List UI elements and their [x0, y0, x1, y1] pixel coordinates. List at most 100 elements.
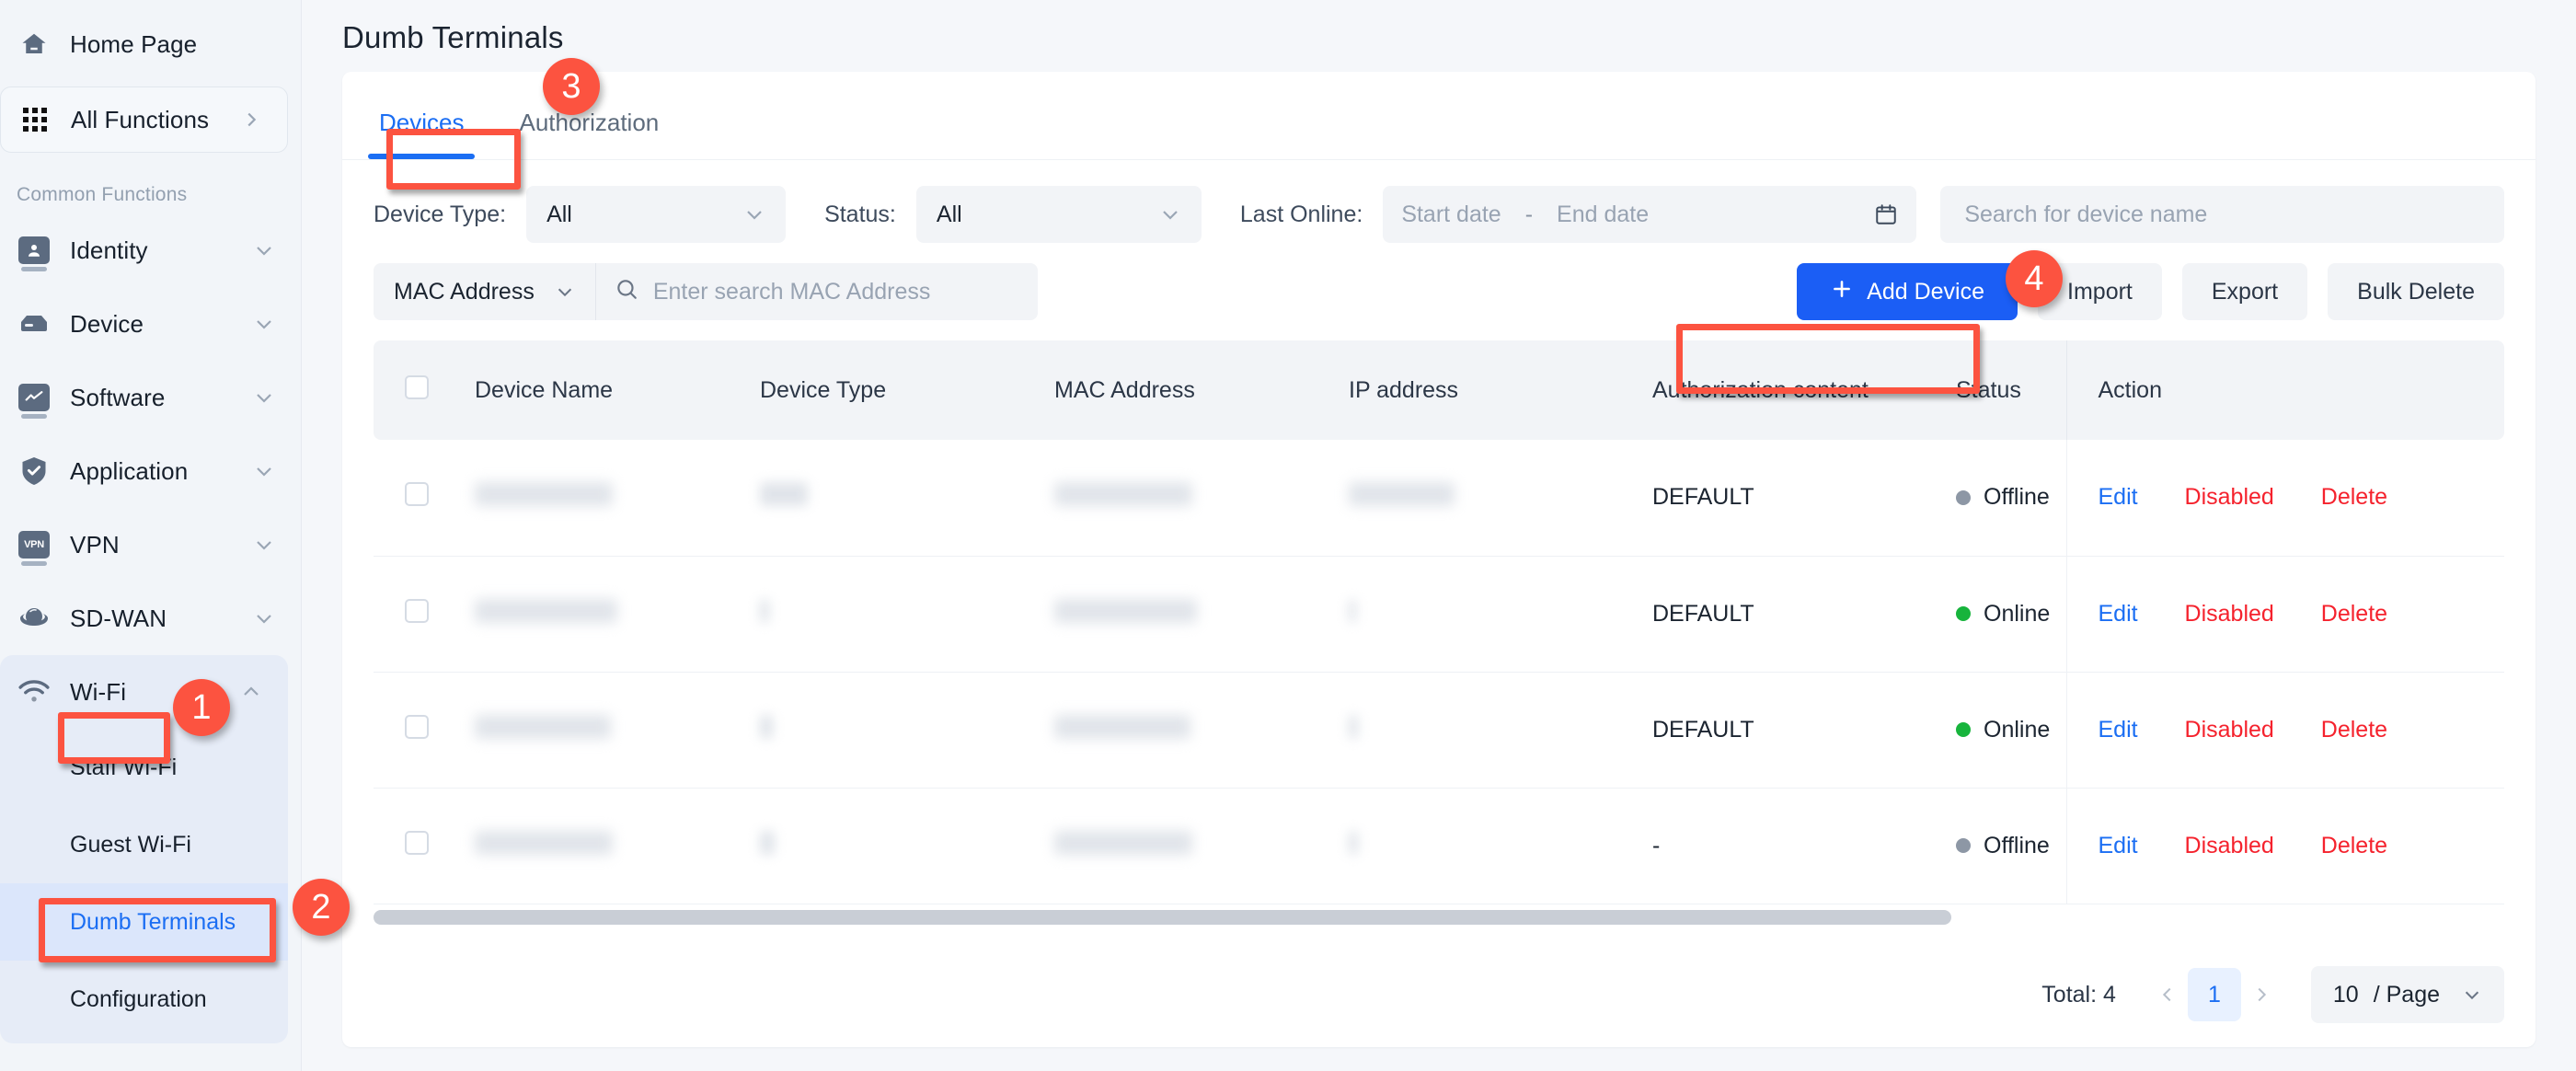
horizontal-scrollbar[interactable] [374, 909, 2477, 925]
vpn-icon: VPN [13, 531, 55, 566]
row-checkbox[interactable] [405, 830, 429, 855]
sidebar-item-home-page[interactable]: Home Page [0, 7, 301, 81]
page-size-select[interactable]: 10 / Page [2310, 966, 2504, 1023]
sidebar-item-application[interactable]: Application [0, 434, 301, 508]
main-content: Dumb Terminals Devices Authorization Dev… [302, 0, 2576, 1071]
sidebar-item-label: Application [70, 456, 189, 485]
bulk-delete-button[interactable]: Bulk Delete [2328, 263, 2504, 320]
mac-address-search-combo[interactable]: MAC Address Enter search MAC Address [374, 263, 1038, 320]
table-row[interactable]: - Offline Edit Disabled Delete [374, 788, 2504, 904]
next-page-button[interactable] [2241, 969, 2282, 1020]
sidebar-item-label: SD-WAN [70, 604, 167, 632]
sidebar-item-vpn[interactable]: VPN VPN [0, 508, 301, 582]
add-device-button[interactable]: Add Device [1797, 263, 2018, 320]
cell-authorization-content: - [1652, 788, 1956, 904]
app-root: Home Page All Functions Common Functions… [0, 0, 2576, 1071]
column-mac-address[interactable]: MAC Address [1054, 340, 1349, 440]
cell-ip-address [1349, 788, 1652, 904]
calendar-icon[interactable] [1874, 202, 1898, 226]
cell-device-type [760, 672, 1054, 789]
cell-mac-address [1054, 788, 1349, 904]
sidebar-subitem-label: Configuration [70, 985, 207, 1012]
table-row[interactable]: DEFAULT Online Edit Disabled Delete [374, 672, 2504, 789]
column-device-type[interactable]: Device Type [760, 340, 1054, 440]
redacted-value [1054, 482, 1192, 507]
page-size-value: 10 [2332, 981, 2359, 1008]
last-online-date-range[interactable]: Start date - End date [1383, 186, 1917, 243]
sidebar-item-all-functions[interactable]: All Functions [0, 86, 288, 153]
prev-page-button[interactable] [2147, 969, 2188, 1020]
content-card: Devices Authorization Device Type: All S… [342, 72, 2536, 1047]
end-date-input[interactable]: End date [1557, 202, 1649, 228]
chevron-up-icon [240, 681, 262, 703]
select-all-checkbox[interactable] [405, 374, 429, 399]
sidebar: Home Page All Functions Common Functions… [0, 0, 302, 1071]
redacted-value [475, 714, 611, 739]
page-number-1[interactable]: 1 [2187, 968, 2241, 1021]
sidebar-item-identity[interactable]: Identity [0, 213, 301, 287]
redacted-value [1054, 830, 1192, 855]
cell-device-name [475, 788, 760, 904]
delete-link[interactable]: Delete [2321, 717, 2387, 743]
edit-link[interactable]: Edit [2099, 601, 2138, 627]
column-ip-address[interactable]: IP address [1349, 340, 1652, 440]
row-checkbox[interactable] [405, 482, 429, 507]
user-icon [13, 236, 55, 271]
cell-device-type [760, 788, 1054, 904]
redacted-value [760, 714, 773, 739]
tab-authorization[interactable]: Authorization [513, 109, 664, 159]
device-search-input[interactable]: Search for device name [1940, 186, 2504, 243]
device-type-value: All [546, 201, 572, 227]
sidebar-item-sd-wan[interactable]: SD-WAN [0, 582, 301, 655]
table-row[interactable]: DEFAULT Online Edit Disabled Delete [374, 556, 2504, 673]
filter-panel: Device Type: All Status: All Last Online… [342, 160, 2536, 320]
cell-action: Edit Disabled Delete [2065, 672, 2504, 789]
row-checkbox[interactable] [405, 598, 429, 623]
cell-mac-address [1054, 440, 1349, 557]
mac-field-select[interactable]: MAC Address [374, 263, 596, 320]
mac-search-input[interactable]: Enter search MAC Address [596, 277, 1038, 307]
export-button[interactable]: Export [2181, 263, 2308, 320]
status-label: Status: [824, 201, 896, 227]
table-row[interactable]: DEFAULT Offline Edit Disabled Delete [374, 440, 2504, 557]
column-status[interactable]: Status [1956, 340, 2066, 440]
delete-link[interactable]: Delete [2321, 601, 2387, 627]
chevron-down-icon [1141, 203, 1181, 225]
column-device-name[interactable]: Device Name [475, 340, 760, 440]
export-label: Export [2211, 278, 2279, 305]
row-checkbox[interactable] [405, 714, 429, 739]
sidebar-item-dumb-terminals[interactable]: Dumb Terminals [0, 883, 288, 961]
search-icon [615, 277, 638, 307]
disable-link[interactable]: Disabled [2185, 601, 2274, 627]
edit-link[interactable]: Edit [2099, 833, 2138, 858]
redacted-value [1349, 482, 1455, 507]
row-select-cell [374, 556, 475, 673]
disable-link[interactable]: Disabled [2185, 717, 2274, 743]
delete-link[interactable]: Delete [2321, 833, 2387, 858]
redacted-value [760, 830, 775, 855]
globe-icon [13, 605, 55, 632]
sidebar-item-software[interactable]: Software [0, 361, 301, 434]
delete-link[interactable]: Delete [2321, 484, 2387, 510]
status-text: Online [1984, 600, 2051, 627]
tab-devices[interactable]: Devices [367, 109, 476, 159]
column-authorization-content[interactable]: Authorization content [1652, 340, 1956, 440]
sidebar-item-label: Software [70, 383, 166, 411]
status-select[interactable]: All [915, 186, 1202, 243]
disable-link[interactable]: Disabled [2185, 833, 2274, 858]
sidebar-item-wi-fi[interactable]: Wi-Fi [0, 655, 288, 729]
status-dot-offline [1956, 838, 1971, 853]
sidebar-item-guest-wifi[interactable]: Guest Wi-Fi [0, 806, 288, 883]
device-type-select[interactable]: All [526, 186, 787, 243]
edit-link[interactable]: Edit [2099, 717, 2138, 743]
sidebar-item-configuration[interactable]: Configuration [0, 961, 288, 1038]
status-text: Offline [1984, 484, 2050, 511]
redacted-value [1349, 598, 1356, 623]
sidebar-item-device[interactable]: Device [0, 287, 301, 361]
sidebar-item-staff-wifi[interactable]: Staff Wi-Fi [0, 729, 288, 806]
edit-link[interactable]: Edit [2099, 484, 2138, 510]
disable-link[interactable]: Disabled [2185, 484, 2274, 510]
cell-device-type [760, 556, 1054, 673]
chevron-down-icon [555, 282, 575, 302]
start-date-input[interactable]: Start date [1401, 202, 1501, 228]
